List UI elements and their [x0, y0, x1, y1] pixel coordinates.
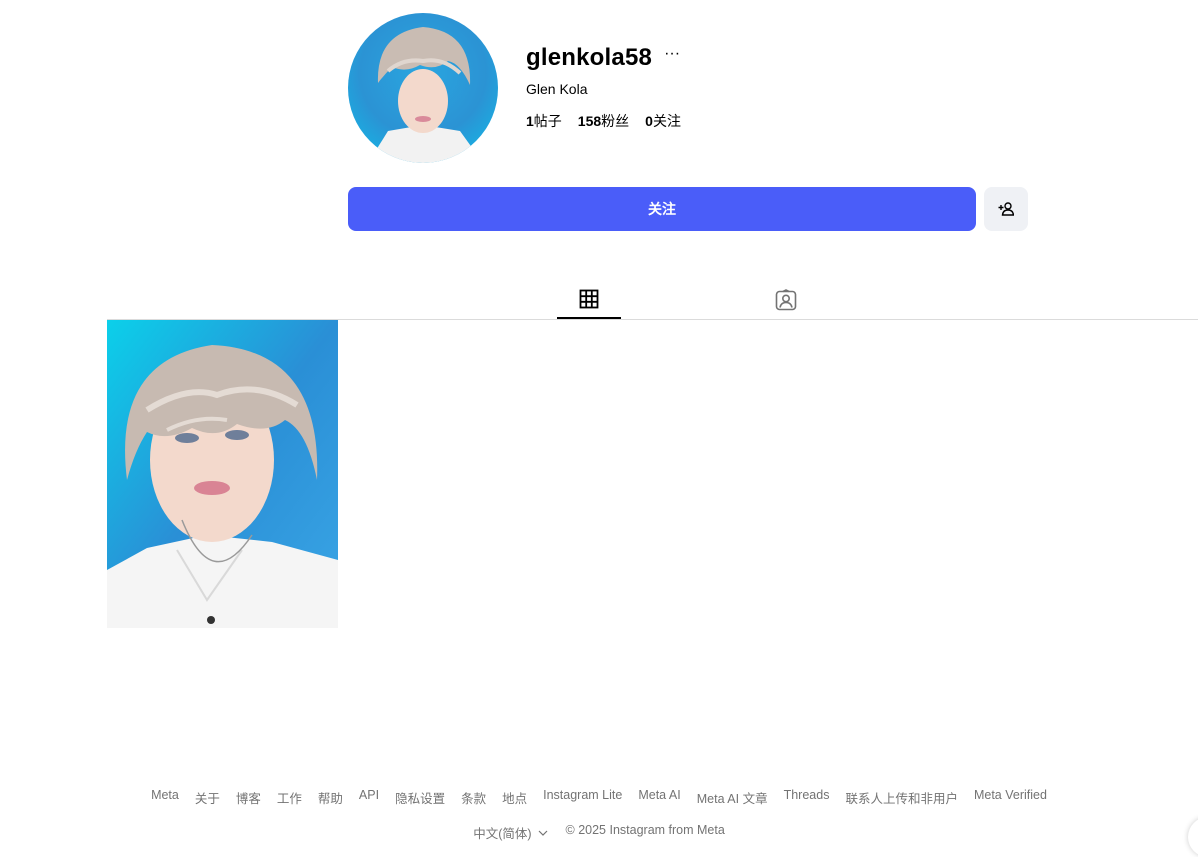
footer-link[interactable]: 隐私设置	[395, 788, 445, 807]
person-add-icon	[998, 202, 1014, 216]
footer-link[interactable]: 工作	[277, 788, 302, 807]
stat-posts[interactable]: 1帖子	[526, 111, 562, 131]
footer-bottom: 中文(简体) © 2025 Instagram from Meta	[0, 823, 1198, 842]
footer-link[interactable]: Instagram Lite	[543, 788, 622, 807]
more-options-button[interactable]: ···	[664, 46, 680, 62]
language-selector[interactable]: 中文(简体)	[473, 823, 547, 842]
footer-link[interactable]: 条款	[461, 788, 486, 807]
stat-following-count: 0	[645, 113, 653, 129]
post-thumbnail[interactable]	[107, 320, 338, 628]
grid-icon	[579, 289, 599, 308]
suggested-accounts-button[interactable]	[984, 187, 1028, 231]
footer-link[interactable]: API	[359, 788, 379, 807]
footer-link[interactable]: 博客	[236, 788, 261, 807]
tab-posts[interactable]	[557, 280, 621, 319]
footer-link[interactable]: Meta Verified	[974, 788, 1047, 807]
follow-button[interactable]: 关注	[348, 187, 976, 231]
chevron-down-icon	[538, 830, 547, 836]
stat-followers-count: 158	[577, 113, 602, 129]
tagged-icon	[775, 288, 797, 310]
footer-links: Meta 关于 博客 工作 帮助 API 隐私设置 条款 地点 Instagra…	[0, 788, 1198, 807]
footer-link[interactable]: 帮助	[318, 788, 343, 807]
stat-followers-label: 粉丝	[601, 113, 630, 129]
footer-link[interactable]: Meta	[151, 788, 179, 807]
footer-link[interactable]: 地点	[502, 788, 527, 807]
language-label: 中文(简体)	[473, 827, 532, 841]
footer-link[interactable]: 联系人上传和非用户	[845, 788, 958, 807]
stat-posts-count: 1	[526, 113, 534, 129]
profile-full-name: Glen Kola	[526, 81, 588, 97]
profile-username: glenkola58	[526, 44, 653, 71]
stat-following[interactable]: 0关注	[645, 111, 681, 131]
profile-stats: 1帖子 158粉丝 0关注	[526, 111, 697, 131]
stat-posts-label: 帖子	[533, 113, 562, 129]
footer-link[interactable]: Threads	[784, 788, 830, 807]
footer-link[interactable]: 关于	[195, 788, 220, 807]
footer-link[interactable]: Meta AI	[638, 788, 680, 807]
stat-followers[interactable]: 158粉丝	[578, 111, 629, 131]
tab-tagged[interactable]	[754, 280, 818, 319]
profile-avatar[interactable]	[348, 13, 498, 163]
footer-link[interactable]: Meta AI 文章	[697, 788, 768, 807]
stat-following-label: 关注	[652, 113, 681, 129]
copyright-text: © 2025 Instagram from Meta	[565, 823, 725, 837]
